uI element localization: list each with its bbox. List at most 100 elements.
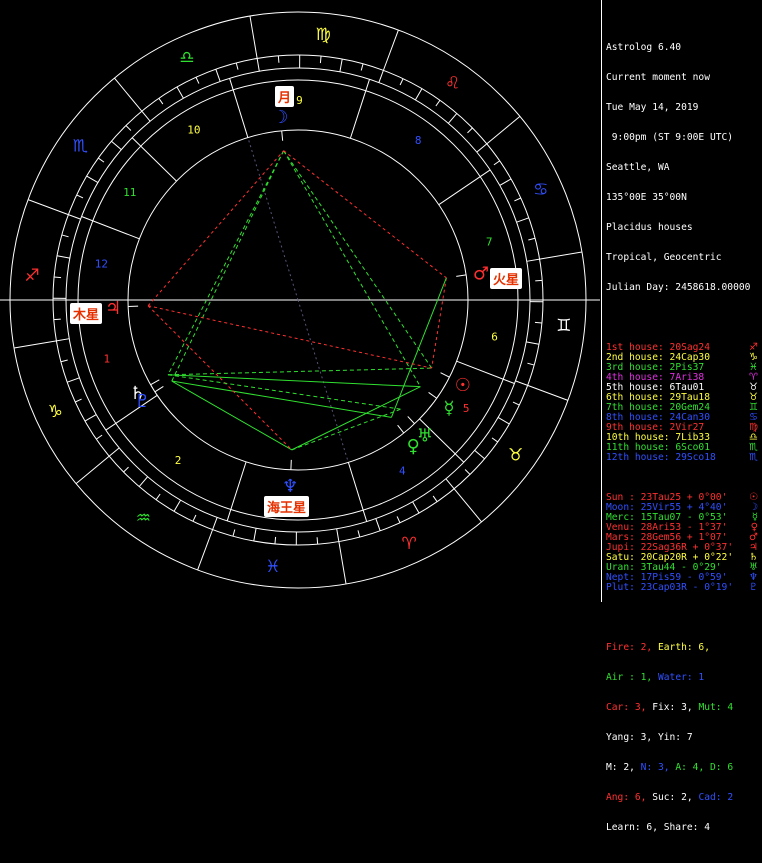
degree-tick — [56, 339, 69, 341]
degree-tick — [139, 477, 147, 487]
header-line: Tue May 14, 2019 — [606, 103, 760, 113]
caption-mars: 火星 — [490, 268, 522, 289]
mc-ic-axis — [248, 138, 298, 300]
house-number-label: 1 — [103, 353, 110, 366]
caption-jupiter: 木星 — [70, 303, 102, 324]
aspect-line — [148, 306, 432, 368]
planet-marker-tick — [155, 386, 163, 391]
succedent-count: Suc: 2, — [652, 792, 692, 803]
house-number-label: 8 — [415, 134, 422, 147]
sign-boundary — [487, 116, 520, 143]
degree-tick — [397, 516, 400, 522]
degree-tick — [67, 378, 79, 382]
degree-tick — [527, 259, 540, 261]
angular-count: Ang: 6, — [606, 792, 646, 803]
house-row: 12th house: 29Sco18♏ — [606, 453, 760, 463]
degree-tick — [109, 448, 119, 456]
degree-tick — [433, 496, 437, 502]
header-line: 9:00pm (ST 9:00E UTC) — [606, 133, 760, 143]
degree-tick — [465, 469, 470, 474]
degree-tick — [513, 402, 519, 405]
degree-tick — [98, 158, 104, 162]
degree-tick — [526, 342, 539, 344]
degree-tick — [87, 176, 98, 183]
degree-tick — [317, 537, 318, 544]
degree-tick — [213, 517, 218, 529]
header-line: Current moment now — [606, 73, 760, 83]
mars-icon: ♂ — [473, 264, 489, 285]
caption-neptune: 海王星 — [264, 496, 309, 517]
water-count: Water: 1 — [658, 672, 704, 683]
sign-boundary — [114, 78, 141, 111]
fire-count: Fire: 2, — [606, 642, 652, 653]
sign-boundary — [540, 252, 582, 259]
aspect-line — [292, 387, 421, 450]
degree-tick — [448, 113, 456, 123]
zodiac-sign-icon: ♍ — [316, 25, 331, 45]
jupiter-icon: ♃ — [105, 298, 121, 319]
degree-tick — [498, 417, 509, 424]
degree-tick — [233, 529, 235, 536]
degree-tick — [320, 56, 321, 63]
zodiac-sign-icon: ♉ — [508, 446, 523, 466]
header-block: Astrolog 6.40 Current moment now Tue May… — [606, 23, 760, 313]
aspect-line — [284, 151, 421, 387]
house-number-label: 11 — [123, 186, 136, 199]
degree-tick — [61, 360, 68, 362]
degree-tick — [196, 77, 199, 83]
element-summary: Fire: 2, Earth: 6, Air : 1, Water: 1 Car… — [606, 623, 760, 853]
degree-tick — [68, 215, 80, 220]
house-number-label: 2 — [175, 454, 182, 467]
zodiac-sign-icon: ♈ — [402, 534, 417, 554]
house-cusp-line — [439, 170, 490, 205]
uranus-icon: ♅ — [417, 426, 433, 447]
header-line: Julian Day: 2458618.00000 — [606, 283, 760, 293]
degree-tick — [62, 235, 69, 237]
degree-tick — [475, 450, 485, 458]
degree-tick — [85, 415, 96, 421]
house-label: 12th house: — [606, 452, 670, 463]
house-number-label: 12 — [95, 257, 108, 270]
house-cusp-line — [230, 78, 248, 137]
cadent-count: Cad: 2 — [698, 792, 733, 803]
planet-marker-tick — [429, 392, 437, 398]
degree-tick — [446, 479, 454, 489]
planet-speed: - 0°19' — [693, 582, 733, 593]
degree-tick — [174, 500, 181, 511]
zodiac-sign-icon: ♓ — [265, 557, 280, 577]
planet-icon: ♇ — [749, 583, 758, 593]
degree-tick — [477, 144, 487, 152]
house-number-label: 4 — [399, 465, 406, 478]
degree-tick — [124, 467, 129, 472]
degree-tick — [528, 238, 535, 240]
aspect-line — [284, 151, 432, 368]
zodiac-sign-icon: ♌ — [445, 73, 460, 93]
summary-line: Ang: 6, Suc: 2, Cad: 2 — [606, 793, 760, 803]
degree-tick — [400, 79, 403, 85]
planet-marker-tick — [456, 275, 466, 276]
aspect-line — [172, 151, 284, 381]
degree-tick — [275, 537, 276, 544]
house-number-label: 5 — [463, 402, 470, 415]
degree-tick — [156, 494, 160, 500]
degree-tick — [54, 319, 61, 320]
zodiac-sign-icon: ♋ — [533, 180, 548, 200]
header-line: Placidus houses — [606, 223, 760, 233]
header-line: Seattle, WA — [606, 163, 760, 173]
degree-tick — [436, 100, 440, 106]
degree-tick — [527, 363, 534, 365]
house-value: 29Sco18 — [675, 452, 715, 463]
zodiac-sign-icon: ♑ — [48, 402, 63, 422]
aspect-line — [432, 278, 447, 368]
house-number-label: 9 — [296, 94, 303, 107]
aspect-line — [292, 409, 401, 450]
degree-tick — [77, 195, 83, 198]
zodiac-sign-icon: ♒ — [136, 509, 151, 529]
planet-positions-list: Sun : 23Tau25 + 0°00'☉Moon: 25Vir55 + 4°… — [606, 493, 760, 593]
m-count: M: 2, — [606, 762, 635, 773]
sign-boundary — [198, 530, 213, 570]
house-cusp-line — [348, 462, 366, 521]
house-cusp-line — [227, 462, 246, 521]
moon-icon: ☽ — [272, 107, 288, 128]
degree-tick — [111, 141, 121, 149]
